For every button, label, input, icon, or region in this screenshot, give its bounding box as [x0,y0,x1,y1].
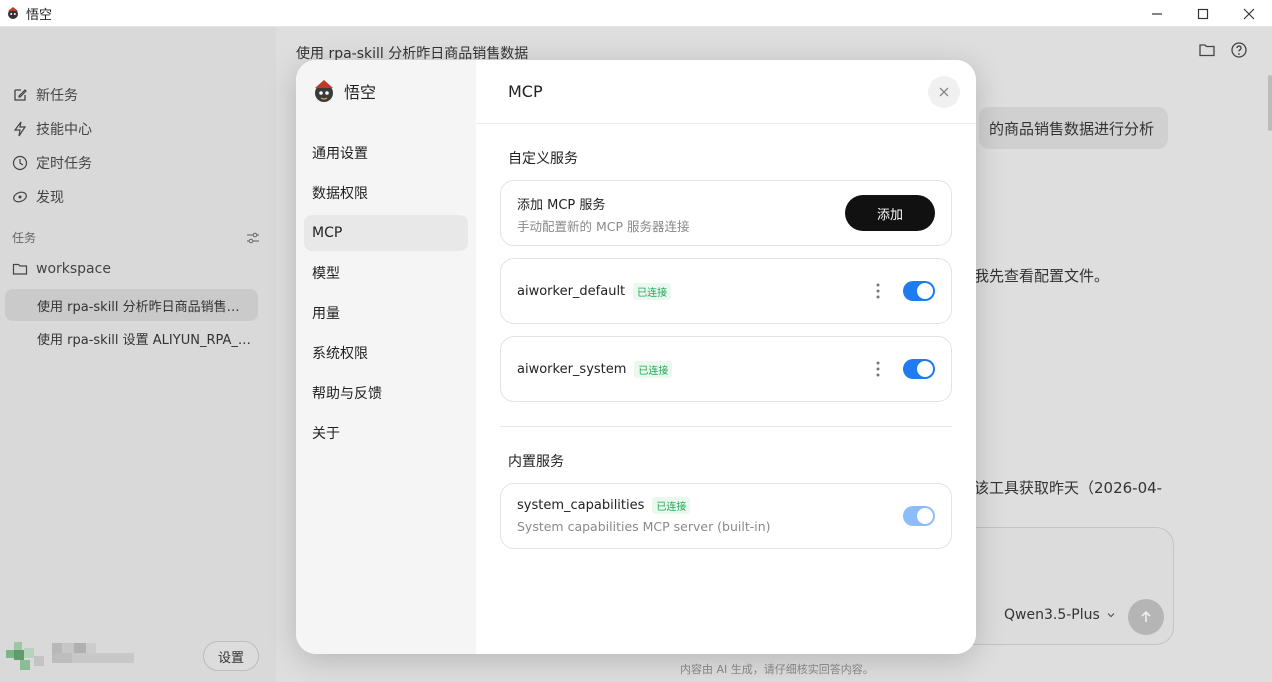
settings-button[interactable]: 设置 [203,641,259,671]
server-name: system_capabilities [517,498,645,513]
toggle-knob [917,361,933,377]
panel-title: MCP [508,82,543,101]
sidebar-item-discover[interactable]: 发现 [12,187,64,207]
settings-nav: 悟空 通用设置 数据权限 MCP 模型 用量 系统权限 帮助与反馈 关于 [296,60,476,654]
avatar[interactable] [6,642,44,670]
settings-menu-system-permissions[interactable]: 系统权限 [304,335,468,371]
user-message-bubble: 的商品销售数据进行分析 [978,107,1168,149]
tasks-section-label: 任务 [12,231,37,245]
sidebar-item-new-task[interactable]: 新任务 [12,85,78,105]
send-button[interactable] [1128,599,1164,635]
filter-icon[interactable] [246,231,260,245]
sidebar: 新任务 技能中心 定时任务 发现 任务 workspace 使用 rpa-ski… [0,27,276,682]
builtin-server-card: system_capabilities 已连接 System capabilit… [500,483,952,549]
status-badge: 已连接 [633,283,672,300]
settings-dialog: 悟空 通用设置 数据权限 MCP 模型 用量 系统权限 帮助与反馈 关于 MCP… [296,60,976,654]
settings-menu-usage[interactable]: 用量 [304,295,468,331]
more-vertical-icon[interactable] [875,359,881,379]
sidebar-item-skills[interactable]: 技能中心 [12,119,92,139]
task-item[interactable]: 使用 rpa-skill 分析昨日商品销售… [5,289,258,321]
server-title: aiworker_default 已连接 [517,283,672,300]
discover-icon [13,191,27,203]
toggle-knob [917,508,933,524]
settings-menu-models[interactable]: 模型 [304,255,468,291]
sidebar-item-label: 新任务 [36,88,78,104]
add-button[interactable]: 添加 [845,195,935,231]
custom-services-label: 自定义服务 [508,151,578,167]
maximize-icon [1197,8,1209,19]
model-selector[interactable]: Qwen3.5-Plus [1004,607,1116,623]
arrow-up-icon [1141,610,1151,622]
close-icon [1243,8,1255,19]
settings-menu-data-permissions[interactable]: 数据权限 [304,175,468,211]
minimize-button[interactable] [1134,0,1180,27]
scrollbar[interactable] [1268,75,1272,131]
folder-icon [12,263,28,275]
chevron-down-icon [1107,613,1115,618]
settings-menu-general[interactable]: 通用设置 [304,135,468,171]
add-mcp-desc: 手动配置新的 MCP 服务器连接 [517,219,690,234]
app-logo-icon [315,80,333,102]
add-mcp-title: 添加 MCP 服务 [517,198,606,213]
add-mcp-card: 添加 MCP 服务 手动配置新的 MCP 服务器连接 添加 [500,180,952,246]
close-window-button[interactable] [1226,0,1272,27]
edit-icon [14,89,27,101]
clock-icon [12,155,28,171]
title-bar: 悟空 [0,0,1272,27]
server-name: aiworker_system [517,362,627,377]
workspace-folder[interactable]: workspace [12,261,111,277]
window-controls [1134,0,1272,27]
app-logo-icon [8,7,18,19]
assistant-message: 该工具获取昨天（2026-04- [974,479,1163,497]
settings-menu-mcp[interactable]: MCP [304,215,468,251]
server-desc: System capabilities MCP server (built-in… [517,519,771,534]
mcp-server-card: aiworker_default 已连接 [500,258,952,324]
model-name: Qwen3.5-Plus [1004,607,1100,623]
server-title: aiworker_system 已连接 [517,361,673,378]
username-redacted [52,643,134,663]
close-dialog-button[interactable] [928,76,960,108]
server-name: aiworker_default [517,284,626,299]
brand-name: 悟空 [344,83,377,102]
lightning-icon [13,121,27,137]
divider [500,426,952,427]
task-item[interactable]: 使用 rpa-skill 设置 ALIYUN_RPA_… [5,322,258,354]
mcp-server-card: aiworker_system 已连接 [500,336,952,402]
sidebar-item-label: 发现 [36,190,64,206]
toggle-knob [917,283,933,299]
close-icon [939,87,949,97]
builtin-services-label: 内置服务 [508,454,564,470]
workspace-label: workspace [36,261,111,277]
ai-disclaimer: 内容由 AI 生成，请仔细核实回答内容。 [680,663,874,676]
window-title: 悟空 [26,7,53,23]
sidebar-item-label: 技能中心 [36,122,92,138]
minimize-icon [1152,12,1162,15]
divider [476,123,976,124]
settings-menu-about[interactable]: 关于 [304,415,468,451]
status-badge: 已连接 [652,497,691,514]
folder-icon[interactable] [1198,41,1216,59]
mcp-panel: MCP 自定义服务 添加 MCP 服务 手动配置新的 MCP 服务器连接 添加 … [476,60,976,654]
main-actions [1198,41,1248,59]
server-toggle[interactable] [903,359,935,379]
assistant-message: 我先查看配置文件。 [974,267,1110,285]
maximize-button[interactable] [1180,0,1226,27]
server-title: system_capabilities 已连接 [517,497,691,514]
settings-menu-help-feedback[interactable]: 帮助与反馈 [304,375,468,411]
help-icon[interactable] [1230,41,1248,59]
status-badge: 已连接 [634,361,673,378]
sidebar-item-label: 定时任务 [36,156,92,172]
server-toggle[interactable] [903,281,935,301]
builtin-server-toggle[interactable] [903,506,935,526]
brand: 悟空 [312,78,376,104]
sidebar-item-scheduled[interactable]: 定时任务 [12,153,92,173]
more-vertical-icon[interactable] [875,281,881,301]
